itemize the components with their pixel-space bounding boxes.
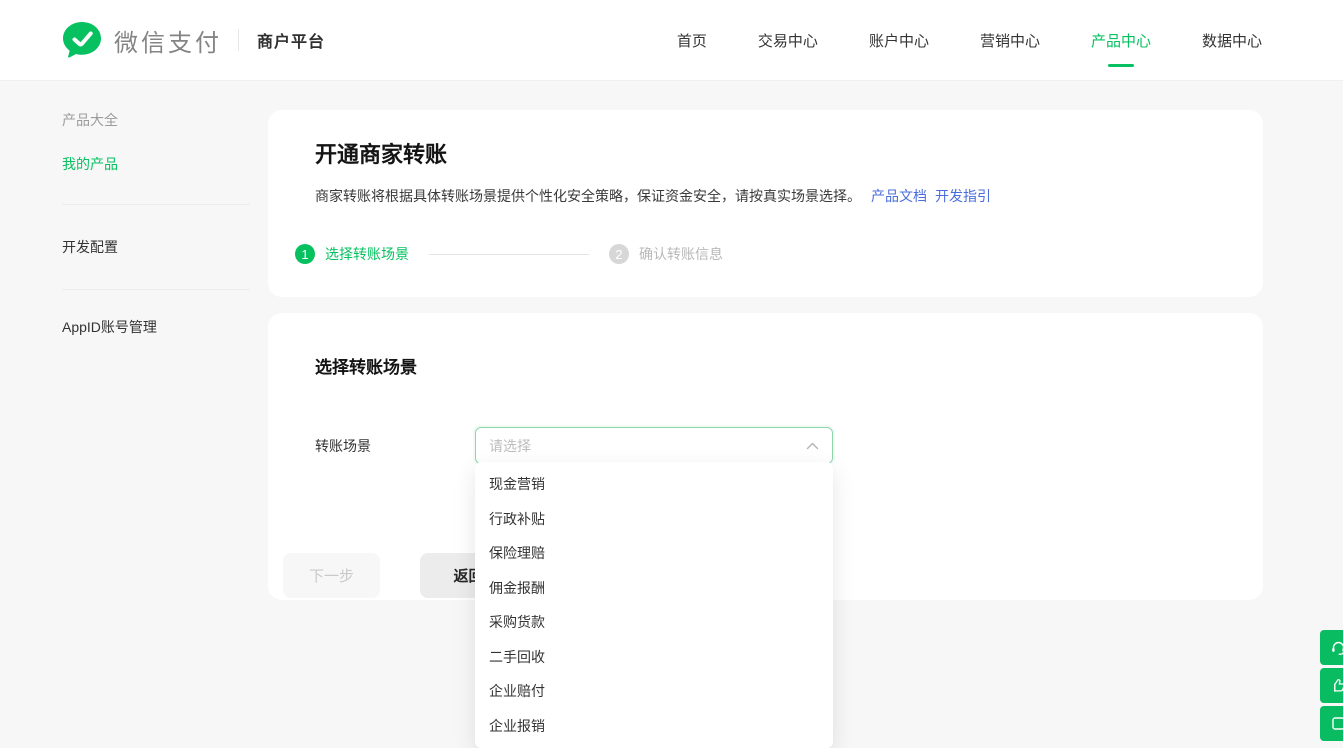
top-header: 微信支付 商户平台 首页 交易中心 账户中心 营销中心 产品中心 数据中心 bbox=[0, 0, 1343, 81]
logo-text: 微信支付 bbox=[114, 23, 222, 58]
feedback-button[interactable] bbox=[1320, 668, 1343, 703]
sidebar-item-dev-config[interactable]: 开发配置 bbox=[62, 239, 250, 255]
transfer-scene-label: 转账场景 bbox=[315, 436, 475, 456]
nav-item-home[interactable]: 首页 bbox=[677, 24, 707, 57]
dropdown-option-enterprise-compensation[interactable]: 企业赔付 bbox=[475, 674, 833, 709]
sidebar-divider bbox=[62, 204, 250, 205]
dropdown-option-secondhand-recycle[interactable]: 二手回收 bbox=[475, 640, 833, 675]
dropdown-option-enterprise-reimbursement[interactable]: 企业报销 bbox=[475, 709, 833, 744]
step-2-circle: 2 bbox=[609, 244, 629, 264]
feedback-icon bbox=[1330, 677, 1343, 694]
nav-item-data-center[interactable]: 数据中心 bbox=[1202, 24, 1262, 57]
nav-item-transaction-center[interactable]: 交易中心 bbox=[758, 24, 818, 57]
transfer-scene-select[interactable]: 请选择 bbox=[475, 427, 833, 464]
section-heading: 选择转账场景 bbox=[315, 353, 1216, 378]
step-1-circle: 1 bbox=[295, 244, 315, 264]
sidebar-item-my-products[interactable]: 我的产品 bbox=[62, 156, 250, 172]
platform-name: 商户平台 bbox=[257, 28, 325, 52]
sidebar: 产品大全 我的产品 开发配置 AppID账号管理 bbox=[62, 112, 250, 335]
header-divider bbox=[238, 29, 239, 51]
page-description: 商家转账将根据具体转账场景提供个性化安全策略，保证资金安全，请按真实场景选择。产… bbox=[315, 186, 1216, 206]
dev-guide-link[interactable]: 开发指引 bbox=[935, 188, 991, 204]
transfer-scene-dropdown: 现金营销 行政补贴 保险理赔 佣金报酬 采购货款 二手回收 企业赔付 企业报销 bbox=[475, 462, 833, 748]
intro-card: 开通商家转账 商家转账将根据具体转账场景提供个性化安全策略，保证资金安全，请按真… bbox=[268, 110, 1263, 297]
sidebar-divider bbox=[62, 289, 250, 290]
dropdown-option-insurance-claim[interactable]: 保险理赔 bbox=[475, 536, 833, 571]
nav-item-marketing-center[interactable]: 营销中心 bbox=[980, 24, 1040, 57]
step-1-label: 选择转账场景 bbox=[325, 244, 409, 264]
nav-item-product-center[interactable]: 产品中心 bbox=[1091, 24, 1151, 57]
chevron-up-icon bbox=[806, 442, 819, 450]
customer-service-icon bbox=[1330, 639, 1343, 656]
next-step-button[interactable]: 下一步 bbox=[283, 553, 380, 598]
dropdown-option-commission[interactable]: 佣金报酬 bbox=[475, 571, 833, 606]
transfer-scene-field-row: 转账场景 请选择 bbox=[315, 427, 1216, 464]
floating-toolbar bbox=[1320, 630, 1343, 741]
dropdown-option-procurement-payment[interactable]: 采购货款 bbox=[475, 605, 833, 640]
back-top-button[interactable] bbox=[1320, 706, 1343, 741]
select-placeholder: 请选择 bbox=[489, 436, 806, 456]
wechat-pay-logo[interactable]: 微信支付 bbox=[62, 21, 222, 59]
dropdown-option-admin-subsidy[interactable]: 行政补贴 bbox=[475, 502, 833, 537]
back-top-icon bbox=[1330, 715, 1343, 732]
step-indicator: 1 选择转账场景 2 确认转账信息 bbox=[295, 244, 1216, 264]
sidebar-item-appid-management[interactable]: AppID账号管理 bbox=[62, 319, 250, 335]
step-connector-line bbox=[429, 254, 589, 255]
description-text: 商家转账将根据具体转账场景提供个性化安全策略，保证资金安全，请按真实场景选择。 bbox=[315, 188, 861, 204]
page-title: 开通商家转账 bbox=[315, 137, 1216, 169]
customer-service-button[interactable] bbox=[1320, 630, 1343, 665]
step-2-label: 确认转账信息 bbox=[639, 244, 723, 264]
main-nav: 首页 交易中心 账户中心 营销中心 产品中心 数据中心 bbox=[677, 24, 1262, 57]
product-doc-link[interactable]: 产品文档 bbox=[871, 188, 927, 204]
sidebar-item-product-catalog[interactable]: 产品大全 bbox=[62, 112, 250, 128]
nav-item-account-center[interactable]: 账户中心 bbox=[869, 24, 929, 57]
wechat-pay-logo-icon bbox=[62, 21, 102, 59]
dropdown-option-cash-marketing[interactable]: 现金营销 bbox=[475, 467, 833, 502]
